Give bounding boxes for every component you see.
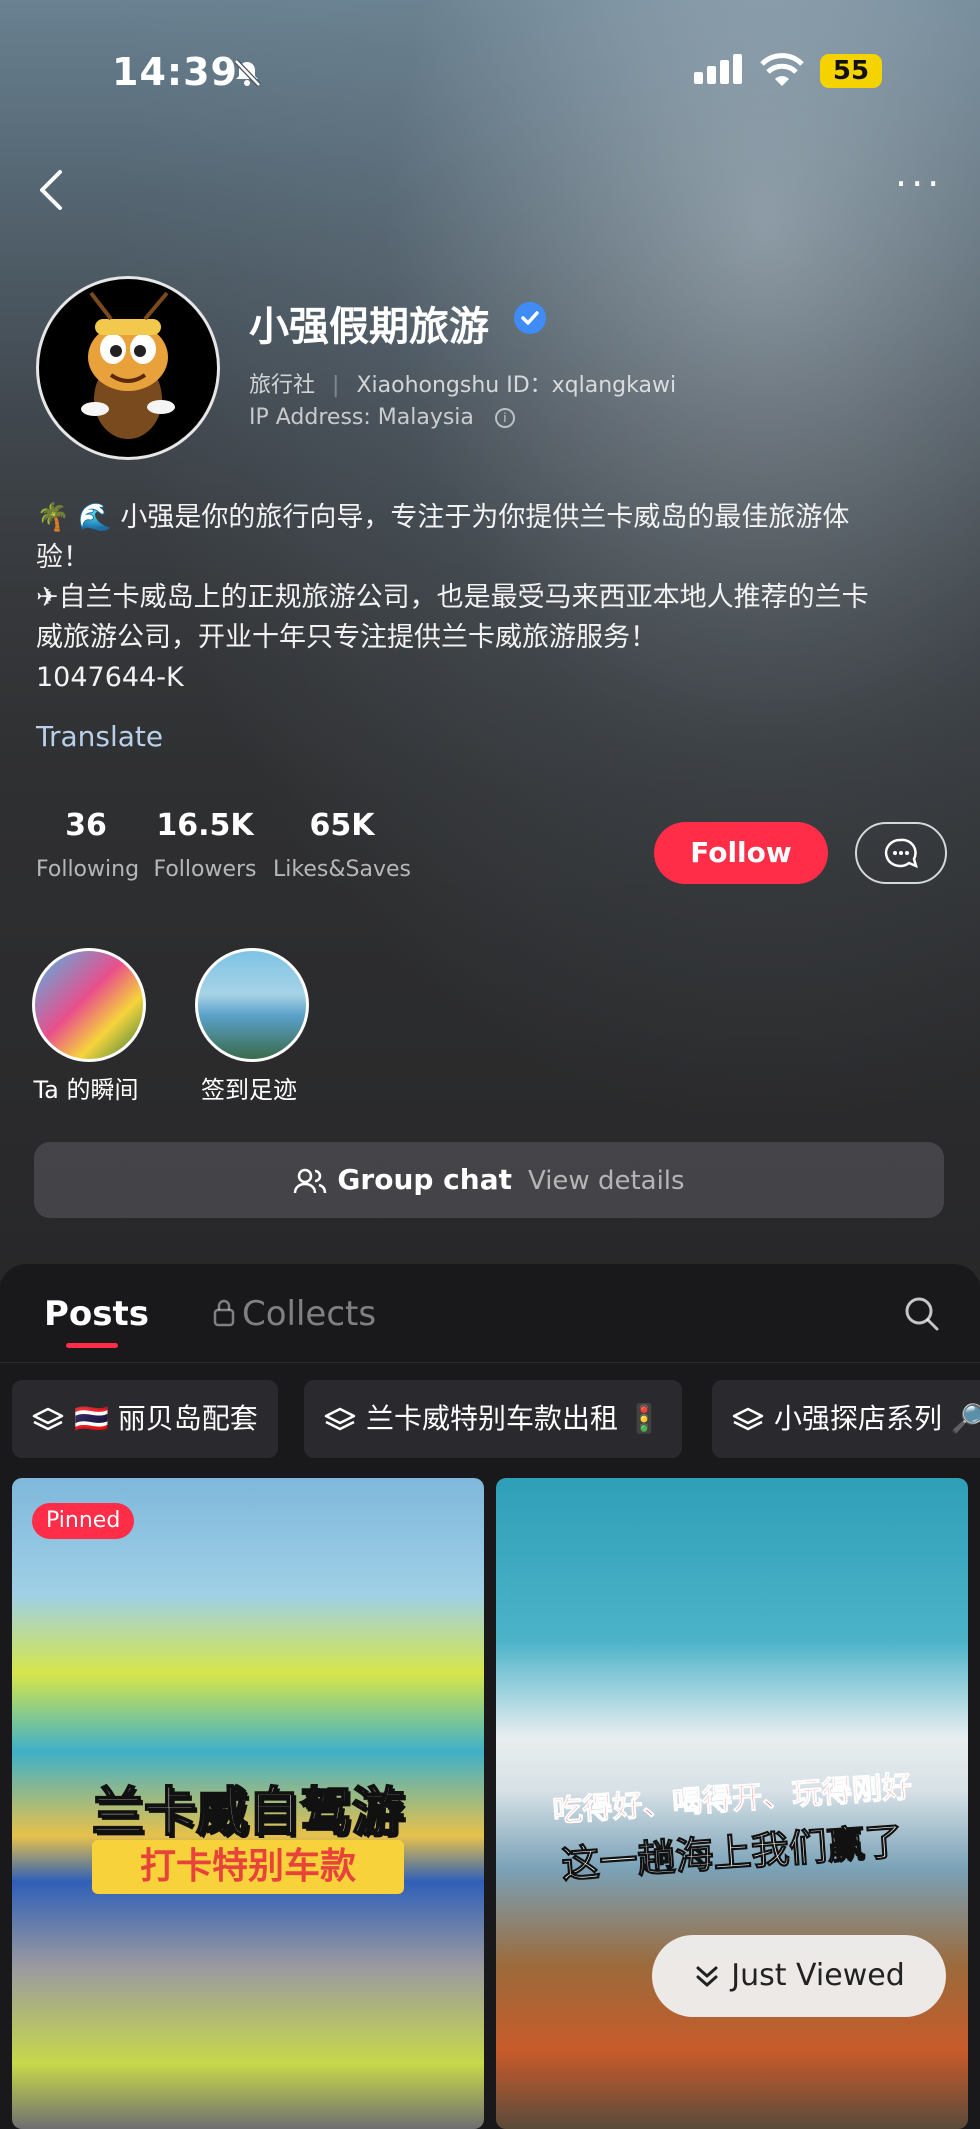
status-time: 14:39: [112, 50, 238, 94]
bio-line: 🌴 🌊 小强是你的旅行向导，专注于为你提供兰卡威岛的最佳旅游体: [36, 502, 850, 533]
post-card[interactable]: 兰卡威自驾游 打卡特别车款: [12, 1478, 484, 2129]
stat-label: Followers: [153, 857, 257, 882]
highlight-moments[interactable]: [32, 948, 146, 1062]
cricket-mascot-icon: [81, 291, 175, 439]
back-icon[interactable]: [36, 168, 66, 212]
stat-label: Following: [36, 857, 140, 882]
info-icon[interactable]: i: [494, 408, 515, 428]
profile-id: Xiaohongshu ID：xqlangkawi: [356, 373, 677, 398]
profile-meta: 旅行社 | Xiaohongshu ID：xqlangkawi: [249, 367, 676, 399]
highlight-label: Ta 的瞬间: [33, 1076, 139, 1104]
ip-address: IP Address: Malaysia: [249, 405, 474, 430]
collection-chip[interactable]: 小强探店系列 🔎: [712, 1380, 980, 1458]
layers-icon: [32, 1407, 64, 1431]
pinned-badge: Pinned: [32, 1503, 135, 1539]
tabs-divider: [0, 1362, 980, 1363]
chip-label: 兰卡威特别车款出租 🚦: [366, 1402, 662, 1435]
stat-followers[interactable]: 16.5K Followers: [152, 808, 258, 882]
stat-likes-saves[interactable]: 65K Likes&Saves: [272, 808, 412, 882]
group-chat-bar[interactable]: Group chat View details: [34, 1142, 944, 1218]
wifi-icon: [760, 53, 804, 86]
bio-line: ✈自兰卡威岛上的正规旅游公司，也是最受马来西亚本地人推荐的兰卡: [36, 582, 869, 613]
profile-ip: IP Address: Malaysia i: [249, 405, 515, 430]
group-chat-detail: View details: [527, 1166, 685, 1196]
post-headline: 兰卡威自驾游: [91, 1782, 405, 1844]
tab-posts[interactable]: Posts: [44, 1294, 149, 1334]
chip-label: 🇹🇭 丽贝岛配套: [74, 1402, 258, 1435]
layers-icon: [732, 1407, 764, 1431]
message-button[interactable]: [855, 822, 947, 884]
bio-line: 验！: [36, 542, 90, 573]
cellular-signal-icon: [694, 54, 746, 84]
chip-label: 小强探店系列 🔎: [774, 1402, 980, 1435]
profile-name: 小强假期旅游: [249, 304, 489, 350]
avatar[interactable]: [36, 276, 220, 460]
just-viewed-label: Just Viewed: [731, 1958, 905, 1993]
double-chevron-down-icon: [696, 1966, 718, 1986]
profile-category: 旅行社: [249, 373, 316, 398]
verified-badge-icon: [514, 302, 546, 334]
chat-bubble-icon: [884, 838, 918, 869]
stat-number: 36: [65, 808, 107, 843]
collection-chip[interactable]: 🇹🇭 丽贝岛配套: [12, 1380, 278, 1458]
search-icon[interactable]: [904, 1296, 940, 1332]
translate-link[interactable]: Translate: [36, 720, 163, 753]
post-card[interactable]: 吃得好、喝得开、玩得刚好 这一趟海上我们赢了: [496, 1478, 968, 2129]
tab-collects-label: Collects: [242, 1294, 377, 1334]
battery-indicator: 55: [820, 54, 882, 88]
post-subheadline: 打卡特别车款: [92, 1840, 404, 1894]
group-people-icon: [294, 1168, 327, 1194]
highlight-label: 签到足迹: [201, 1076, 297, 1104]
meta-divider: |: [332, 373, 340, 398]
stat-number: 65K: [309, 808, 375, 843]
profile-bio: 🌴 🌊 小强是你的旅行向导，专注于为你提供兰卡威岛的最佳旅游体 验！ ✈自兰卡威…: [36, 498, 936, 698]
stat-label: Likes&Saves: [273, 857, 411, 882]
tab-collects[interactable]: Collects: [212, 1294, 376, 1334]
active-tab-indicator: [66, 1343, 118, 1348]
bell-muted-icon: [234, 59, 261, 87]
highlight-checkins[interactable]: [195, 948, 309, 1062]
stat-number: 16.5K: [156, 808, 254, 843]
more-options-icon[interactable]: ···: [895, 165, 943, 203]
group-chat-title: Group chat: [337, 1163, 512, 1196]
bio-line: 威旅游公司，开业十年只专注提供兰卡威旅游服务！: [36, 622, 657, 653]
just-viewed-button[interactable]: Just Viewed: [652, 1935, 946, 2017]
bio-line: 1047644-K: [36, 662, 184, 693]
layers-icon: [324, 1407, 356, 1431]
lock-icon: [213, 1299, 235, 1327]
follow-button[interactable]: Follow: [654, 822, 828, 884]
collection-chip[interactable]: 兰卡威特别车款出租 🚦: [304, 1380, 682, 1458]
stat-following[interactable]: 36 Following: [36, 808, 140, 882]
